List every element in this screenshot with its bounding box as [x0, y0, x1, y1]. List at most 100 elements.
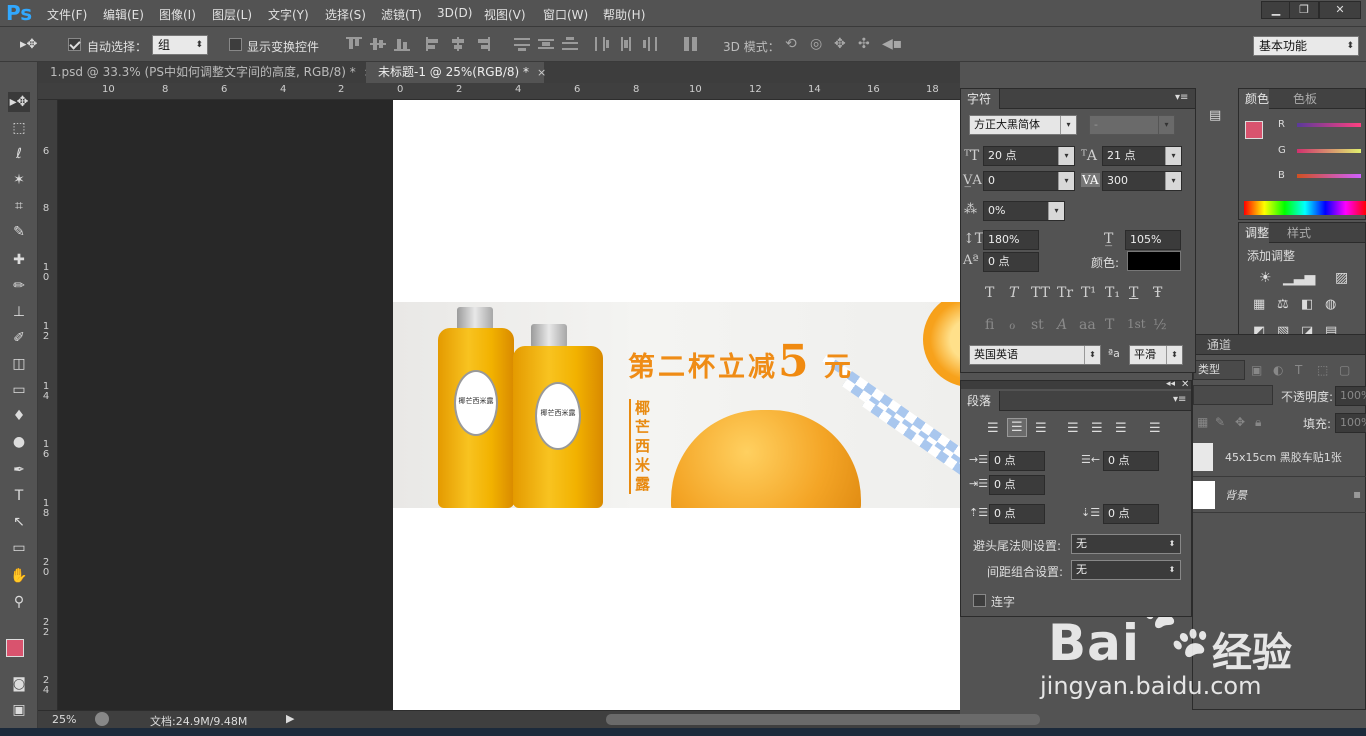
justify-right-icon[interactable]: ☰ [1115, 421, 1127, 436]
baseline-shift-field[interactable]: 0 点 [983, 252, 1039, 272]
menu-image[interactable]: 图像(I) [159, 6, 196, 23]
3d-rotate-icon[interactable]: ⟲ [785, 36, 797, 52]
align-top-icon[interactable] [346, 37, 362, 51]
layer-row[interactable]: 45x15cm 黑胶车贴1张 [1193, 437, 1366, 477]
collapse-panel-icon[interactable]: ◂◂ [1166, 379, 1175, 389]
small-caps-button[interactable]: Tr [1057, 285, 1073, 301]
language-dropdown[interactable]: 英国英语 ⬍ [969, 345, 1101, 365]
faux-bold-button[interactable]: T [985, 285, 994, 301]
3d-roll-icon[interactable]: ◎ [810, 36, 822, 52]
align-right-text-icon[interactable]: ☰ [1035, 421, 1047, 436]
history-brush-icon[interactable]: ✐ [8, 328, 30, 348]
hyphenate-checkbox[interactable] [973, 594, 986, 607]
fractions-button[interactable]: ½ [1153, 317, 1167, 333]
align-center-text-icon[interactable]: ☰ [1007, 418, 1027, 437]
filter-shape-icon[interactable]: ⬚ [1317, 363, 1328, 377]
subscript-button[interactable]: T₁ [1105, 285, 1120, 301]
workspace-dropdown[interactable]: 基本功能 ⬍ [1253, 36, 1359, 56]
close-window-button[interactable]: ✕ [1319, 1, 1361, 19]
kinsoku-dropdown[interactable]: 无 ⬍ [1071, 534, 1181, 554]
filter-pixel-icon[interactable]: ▣ [1251, 363, 1262, 377]
menu-type[interactable]: 文字(Y) [268, 6, 309, 23]
menu-edit[interactable]: 编辑(E) [103, 6, 144, 23]
canvas-area[interactable]: 椰芒西米露 椰芒西米露 第二杯立减5 元 椰芒西米露 [58, 100, 960, 710]
shape-tool-icon[interactable]: ▭ [8, 538, 30, 558]
distribute-right-icon[interactable] [642, 37, 658, 51]
show-transform-checkbox[interactable] [229, 38, 242, 51]
zoom-level[interactable]: 25% [52, 713, 76, 726]
opacity-input[interactable]: 100% [1335, 386, 1366, 406]
ligatures-button[interactable]: fi [985, 317, 994, 333]
tab-channels[interactable]: 通道 [1201, 335, 1231, 355]
menu-view[interactable]: 视图(V) [484, 6, 526, 23]
justify-all-icon[interactable]: ☰ [1149, 421, 1161, 436]
3d-scale-icon[interactable]: ◀▪ [882, 36, 902, 52]
antialias-dropdown[interactable]: 平滑 ⬍ [1129, 345, 1183, 365]
first-line-indent-field[interactable]: 0 点 [989, 475, 1045, 495]
kerning-field[interactable]: 0 ▾ [983, 171, 1075, 191]
menu-3d[interactable]: 3D(D) [437, 6, 472, 20]
blur-tool-icon[interactable]: ♦ [8, 406, 30, 426]
tsume-field[interactable]: 0% ▾ [983, 201, 1065, 221]
status-info-icon[interactable] [95, 712, 109, 726]
screen-mode-icon[interactable]: ▣ [8, 700, 30, 720]
distribute-top-icon[interactable] [514, 37, 530, 51]
healing-brush-icon[interactable]: ✚ [8, 250, 30, 270]
restore-button[interactable]: ❐ [1289, 1, 1319, 19]
paragraph-panel-grip[interactable] [961, 381, 1191, 389]
vibrance-icon[interactable]: ▦ [1253, 297, 1265, 312]
mojikumi-dropdown[interactable]: 无 ⬍ [1071, 560, 1181, 580]
move-tool-icon[interactable]: ▸✥ [8, 92, 30, 112]
tab-doc-2[interactable]: 未标题-1 @ 25%(RGB/8) * × [366, 62, 546, 83]
horizontal-scrollbar[interactable] [606, 714, 1040, 725]
stamp-tool-icon[interactable]: ⊥ [8, 302, 30, 322]
font-style-dropdown[interactable]: - ▾ [1089, 115, 1175, 135]
blend-mode-dropdown[interactable] [1193, 385, 1273, 405]
black-white-icon[interactable]: ◧ [1301, 297, 1313, 312]
3d-pan-icon[interactable]: ✥ [834, 36, 846, 52]
close-tab-icon[interactable]: × [537, 66, 546, 79]
tab-styles[interactable]: 样式 [1281, 223, 1311, 243]
pen-tool-icon[interactable]: ✒ [8, 460, 30, 480]
close-panel-icon[interactable]: ✕ [1181, 379, 1189, 390]
lock-transparency-icon[interactable]: ▦ [1197, 415, 1208, 429]
stylistic-alternates-button[interactable]: aa [1079, 317, 1096, 333]
strikethrough-button[interactable]: Ŧ [1153, 285, 1162, 301]
swash-button[interactable]: A [1057, 317, 1067, 333]
blue-slider[interactable] [1297, 174, 1361, 178]
leading-field[interactable]: 21 点 ▾ [1102, 146, 1182, 166]
discretionary-ligatures-button[interactable]: st [1031, 317, 1044, 333]
tab-doc-1[interactable]: 1.psd @ 33.3% (PS中如何调整文字间的高度, RGB/8) *× [38, 62, 373, 83]
distribute-hcenter-icon[interactable] [618, 37, 634, 51]
filter-smart-icon[interactable]: ▢ [1339, 363, 1350, 377]
lock-pixels-icon[interactable]: ✎ [1215, 415, 1225, 429]
faux-italic-button[interactable]: T [1009, 285, 1018, 301]
vertical-scale-field[interactable]: 180% [983, 230, 1039, 250]
space-before-field[interactable]: 0 点 [989, 504, 1045, 524]
quick-mask-icon[interactable]: ◙ [8, 674, 30, 694]
lock-position-icon[interactable]: ✥ [1235, 415, 1245, 429]
menu-help[interactable]: 帮助(H) [603, 6, 645, 23]
tab-character[interactable]: 字符 [961, 89, 1001, 109]
eraser-tool-icon[interactable]: ◫ [8, 354, 30, 374]
panel-menu-icon[interactable]: ▾≡ [1175, 92, 1188, 103]
tab-paragraph[interactable]: 段落 [961, 391, 1001, 411]
align-hcenter-icon[interactable] [450, 37, 466, 51]
eyedropper-icon[interactable]: ✎ [8, 222, 30, 242]
color-spectrum[interactable] [1244, 201, 1366, 215]
distribute-vcenter-icon[interactable] [538, 37, 554, 51]
distribute-left-icon[interactable] [594, 37, 610, 51]
justify-left-icon[interactable]: ☰ [1067, 421, 1079, 436]
filter-type-icon[interactable]: T [1295, 363, 1302, 377]
align-left-icon[interactable] [426, 37, 442, 51]
crop-tool-icon[interactable]: ⌗ [8, 196, 30, 216]
gradient-tool-icon[interactable]: ▭ [8, 380, 30, 400]
font-family-dropdown[interactable]: 方正大黑简体 ▾ [969, 115, 1077, 135]
align-left-text-icon[interactable]: ☰ [987, 421, 999, 436]
curves-icon[interactable]: ▨ [1335, 270, 1348, 286]
color-foreground-swatch[interactable] [1245, 121, 1263, 139]
tab-swatches[interactable]: 色板 [1287, 89, 1317, 109]
tracking-field[interactable]: 300 ▾ [1102, 171, 1182, 191]
color-balance-icon[interactable]: ⚖ [1277, 297, 1289, 312]
3d-slide-icon[interactable]: ✣ [858, 36, 870, 52]
